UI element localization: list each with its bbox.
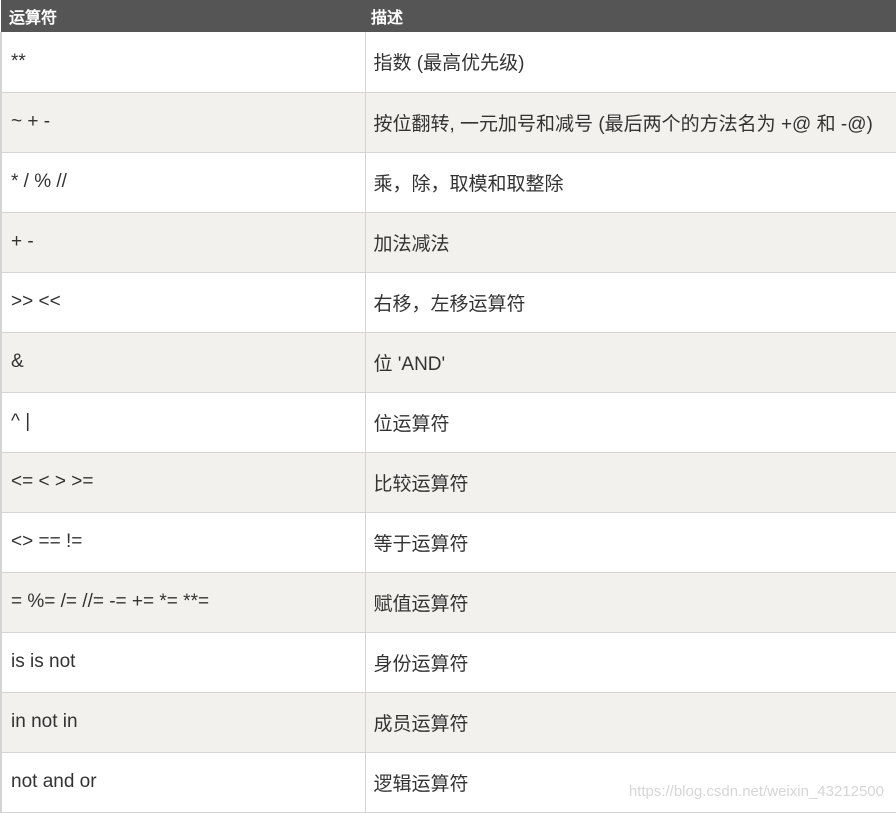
description-cell: 身份运算符 [364,632,896,693]
description-cell: 指数 (最高优先级) [364,32,896,93]
operator-cell: >> << [0,272,365,333]
table-row: + - 加法减法 [0,212,896,273]
header-row: 运算符 描述 [1,0,896,32]
description-cell: 位运算符 [364,392,896,453]
description-cell: 逻辑运算符 [364,752,896,813]
operator-cell: not and or [0,752,365,813]
table-row: in not in 成员运算符 [0,692,896,753]
table-row: = %= /= //= -= += *= **= 赋值运算符 [0,572,896,633]
operator-cell: = %= /= //= -= += *= **= [0,572,365,633]
description-cell: 乘，除，取模和取整除 [364,152,896,213]
operator-cell: <= < > >= [0,452,365,513]
operator-cell: * / % // [0,152,365,213]
table-row: ~ + - 按位翻转, 一元加号和减号 (最后两个的方法名为 +@ 和 -@) [0,92,896,153]
operator-cell: + - [0,212,365,273]
description-cell: 比较运算符 [364,452,896,513]
description-cell: 按位翻转, 一元加号和减号 (最后两个的方法名为 +@ 和 -@) [364,92,896,153]
header-description: 描述 [371,10,404,27]
description-cell: 赋值运算符 [364,572,896,633]
description-cell: 成员运算符 [364,692,896,753]
description-cell: 右移，左移运算符 [364,272,896,333]
table-row: & 位 'AND' [0,332,896,393]
table-row: >> << 右移，左移运算符 [0,272,896,333]
table-row: not and or 逻辑运算符 [0,752,896,813]
operator-cell: <> == != [0,512,365,573]
operator-cell: is is not [0,632,365,693]
table-row: <> == != 等于运算符 [0,512,896,573]
header-operator: 运算符 [9,10,58,27]
description-cell: 加法减法 [364,212,896,273]
table-row: ** 指数 (最高优先级) [0,32,896,93]
watermark-text: https://blog.csdn.net/weixin_43212500 [628,783,884,800]
description-cell: 位 'AND' [364,332,896,393]
table-row: ^ | 位运算符 [0,392,896,453]
operator-cell: in not in [0,692,365,753]
operator-precedence-table: 运算符 描述 ** 指数 (最高优先级) ~ + - 按位翻转, 一元加号和减号… [0,0,896,813]
operator-cell: ^ | [0,392,365,453]
table-row: * / % // 乘，除，取模和取整除 [0,152,896,213]
table-row: <= < > >= 比较运算符 [0,452,896,513]
table-header: 运算符 描述 [1,0,896,32]
operator-cell: ~ + - [0,92,365,153]
table-body: ** 指数 (最高优先级) ~ + - 按位翻转, 一元加号和减号 (最后两个的… [0,32,896,813]
table-row: is is not 身份运算符 [0,632,896,693]
operator-cell: ** [0,32,365,93]
description-cell: 等于运算符 [364,512,896,573]
operator-cell: & [0,332,365,393]
